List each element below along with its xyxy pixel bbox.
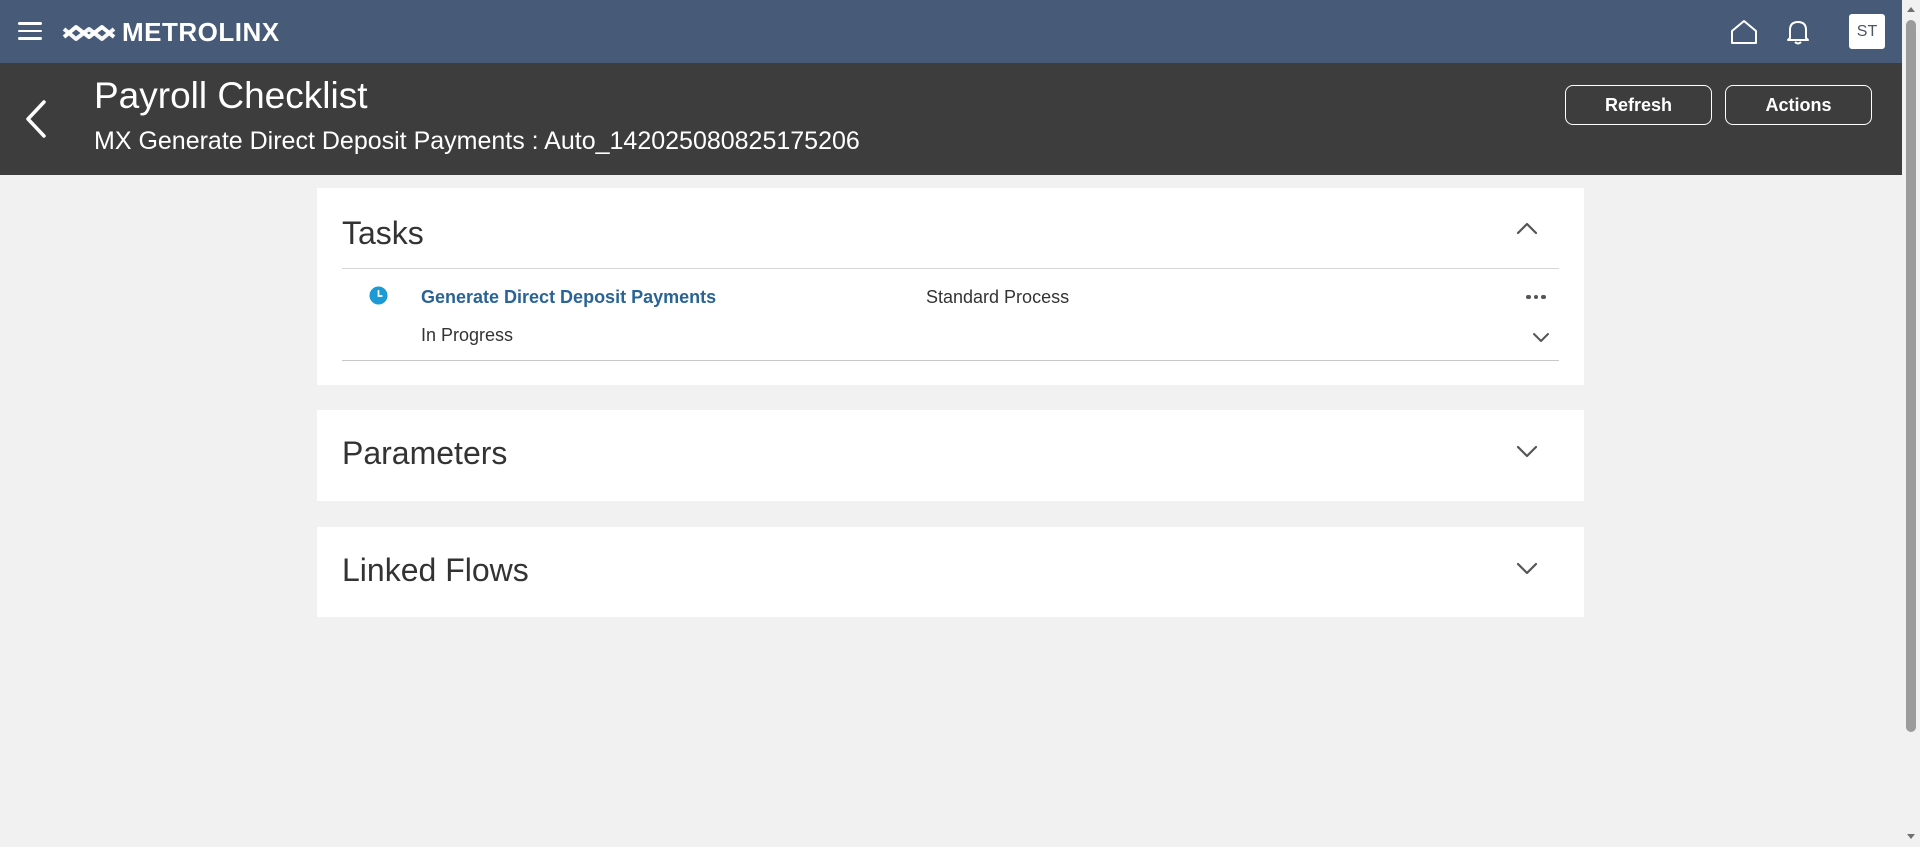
page-scrollbar[interactable] <box>1902 0 1920 847</box>
brand-name: METROLINX <box>122 16 280 47</box>
back-button[interactable] <box>18 95 54 143</box>
clock-icon <box>369 286 388 305</box>
hamburger-menu-icon[interactable] <box>14 18 46 44</box>
task-more-options-icon[interactable] <box>1522 288 1550 306</box>
page-subtitle: MX Generate Direct Deposit Payments : Au… <box>94 127 860 155</box>
tasks-section: Tasks Generate Direct Deposit Payments S… <box>317 188 1584 385</box>
page-header: Payroll Checklist MX Generate Direct Dep… <box>0 63 1902 175</box>
parameters-section-title: Parameters <box>342 435 508 471</box>
home-icon[interactable] <box>1726 14 1762 50</box>
user-avatar[interactable]: ST <box>1849 14 1885 49</box>
parameters-section: Parameters <box>317 410 1584 501</box>
global-header: METROLINX ST <box>0 0 1902 63</box>
linked-flows-section: Linked Flows <box>317 527 1584 617</box>
scroll-up-arrow-icon[interactable] <box>1905 3 1917 15</box>
expand-linked-flows-button[interactable] <box>1513 555 1541 583</box>
chevron-up-icon <box>1516 222 1538 235</box>
bell-icon[interactable] <box>1780 14 1816 50</box>
task-status: In Progress <box>421 325 514 345</box>
divider <box>342 268 1559 269</box>
task-name-link[interactable]: Generate Direct Deposit Payments <box>421 287 716 308</box>
expand-parameters-button[interactable] <box>1513 438 1541 466</box>
chevron-down-icon <box>1516 445 1538 458</box>
tasks-section-title: Tasks <box>342 215 424 251</box>
linked-flows-section-title: Linked Flows <box>342 552 529 588</box>
brand-logo[interactable]: METROLINX <box>62 14 280 50</box>
metrolinx-logo-icon <box>62 25 116 41</box>
chevron-down-icon <box>1533 333 1549 342</box>
scroll-down-arrow-icon[interactable] <box>1905 831 1917 843</box>
scrollbar-thumb[interactable] <box>1906 20 1916 732</box>
chevron-down-icon <box>1516 562 1538 575</box>
chevron-left-icon <box>26 100 46 138</box>
page-title: Payroll Checklist <box>94 75 368 116</box>
task-type: Standard Process <box>926 287 1070 307</box>
expand-task-details-button[interactable] <box>1527 324 1555 352</box>
actions-button[interactable]: Actions <box>1725 85 1872 125</box>
collapse-tasks-button[interactable] <box>1513 214 1541 242</box>
refresh-button[interactable]: Refresh <box>1565 85 1712 125</box>
divider <box>342 360 1559 361</box>
